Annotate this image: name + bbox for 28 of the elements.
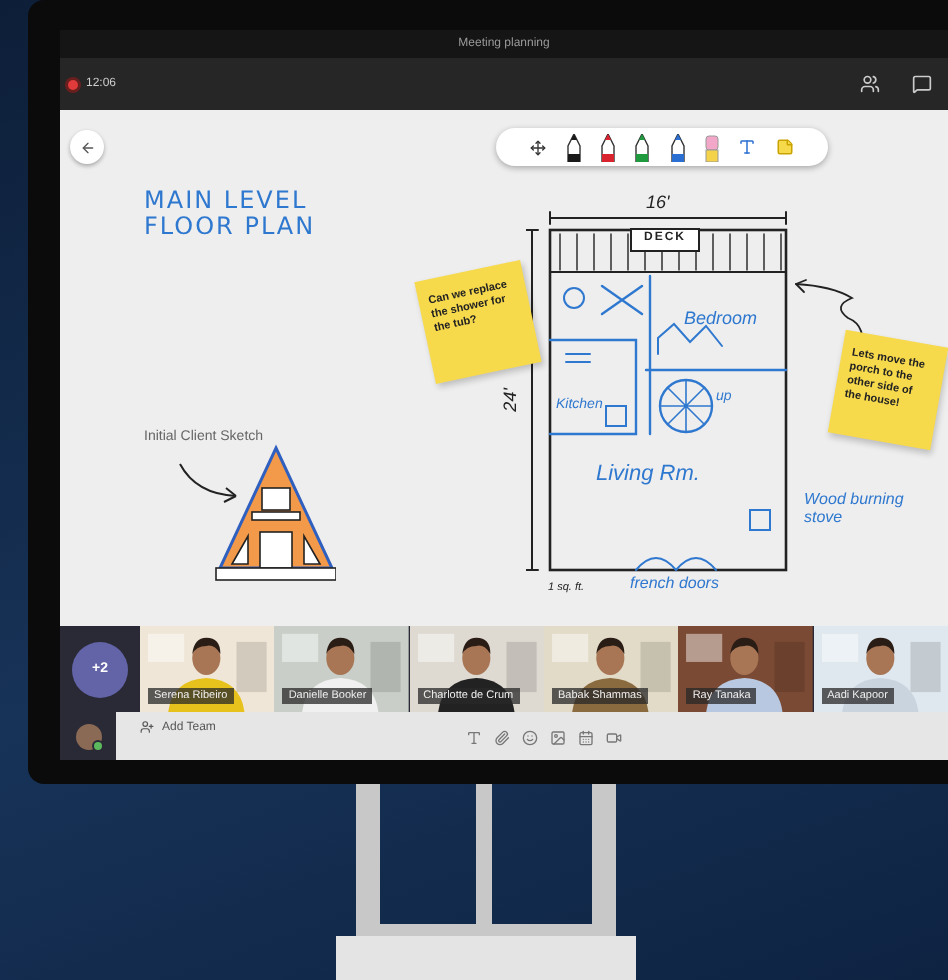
room-label: Bedroom [684, 310, 758, 330]
attach-icon[interactable] [494, 730, 510, 746]
move-icon[interactable] [530, 139, 547, 155]
sticky-note-icon[interactable] [775, 138, 794, 156]
board-title: MAIN LEVEL FLOOR PLAN [144, 188, 316, 240]
image-icon[interactable] [550, 730, 566, 746]
pen-icon[interactable] [669, 133, 686, 161]
pen-icon[interactable] [599, 133, 616, 161]
eraser-icon[interactable] [703, 133, 720, 161]
format-icon[interactable] [466, 730, 482, 746]
doors-label: french doors [630, 576, 719, 594]
emoji-icon[interactable] [522, 730, 538, 746]
presence-icon [91, 739, 103, 751]
text-icon[interactable] [738, 138, 757, 156]
room-label: Living Rm. [596, 462, 700, 487]
back-button[interactable] [70, 130, 104, 164]
user-avatar[interactable] [75, 723, 101, 749]
pen-icon[interactable] [565, 133, 582, 161]
calendar-icon[interactable] [578, 730, 594, 746]
chat-icon[interactable] [912, 74, 932, 94]
width-dimension: 16' [646, 194, 670, 214]
video-icon[interactable] [606, 730, 622, 746]
participants-icon[interactable] [860, 74, 880, 94]
add-person-icon [140, 720, 154, 734]
pen-icon[interactable] [634, 133, 651, 161]
height-dimension: 24' [501, 388, 522, 412]
stove-label: Wood burning stove [804, 492, 904, 528]
arrow-left-icon [79, 139, 95, 155]
